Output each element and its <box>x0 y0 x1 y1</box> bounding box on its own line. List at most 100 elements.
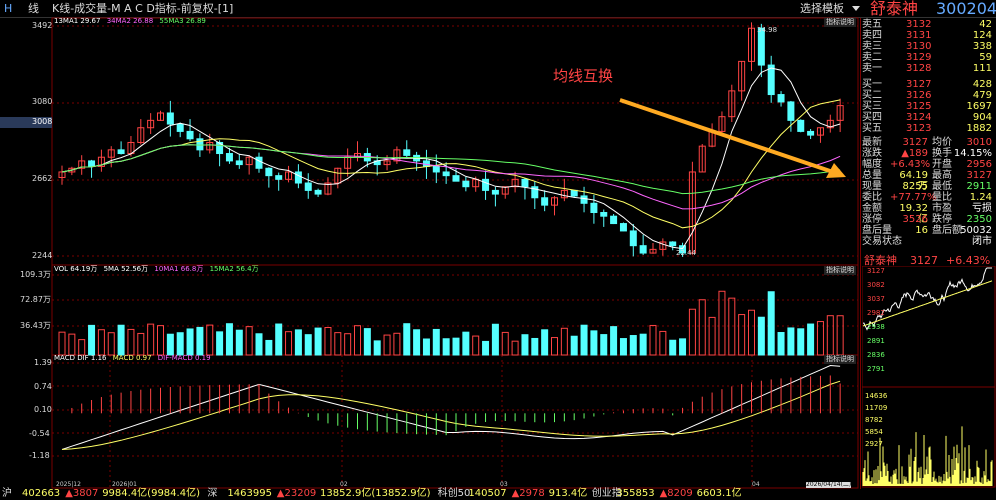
candle-body <box>403 149 411 156</box>
vol-y-label-2: 72.87万 <box>20 295 51 304</box>
volume-bar <box>679 338 687 356</box>
candle-body <box>432 165 440 173</box>
index-item: 沪 <box>2 488 12 499</box>
candle-body <box>590 202 598 214</box>
volume-legend: VOL 64.19万 5MA 52.56万 10MA1 66.8万 15MA2 … <box>54 266 259 273</box>
main-chart-area[interactable] <box>0 17 860 489</box>
volume-bar <box>767 291 775 356</box>
mini-stock-change: +6.43% <box>946 254 991 267</box>
volume-bar <box>373 340 381 356</box>
candle-body <box>669 241 677 247</box>
sell-level-row: 卖四 3131 124 <box>862 30 992 41</box>
volume-bar <box>757 316 765 356</box>
x-label-current-date: 2026/04/14(二) <box>806 481 852 488</box>
volume-indicator-button[interactable]: 指标说明 <box>824 266 856 275</box>
index-item: 913.4亿 <box>548 488 588 499</box>
macd-indicator-button[interactable]: 指标说明 <box>824 355 856 364</box>
y-label-top: 3492 <box>32 21 53 30</box>
mini-stock-name: 舒泰神 <box>864 254 897 267</box>
annotation-text: 均线互换 <box>553 67 614 85</box>
candle-body <box>600 212 608 217</box>
candle-body <box>166 112 174 125</box>
select-template-button[interactable]: 选择模板 <box>800 3 844 14</box>
macd-y-label-3: 0.10 <box>34 405 52 414</box>
ma3-legend: 55MA3 26.89 <box>159 17 206 25</box>
x-label-04: 04 <box>752 481 760 488</box>
mini-price-label: 2891 <box>867 337 885 345</box>
stock-name: 舒泰神 <box>870 0 919 18</box>
stat-row: 涨跌 ▲189 换手 14.15% <box>862 148 992 159</box>
macd-dif-line <box>61 364 841 450</box>
volume-bar <box>117 324 125 356</box>
volume-bar <box>137 332 145 356</box>
candle-body <box>482 178 490 191</box>
volume-bar <box>797 328 805 356</box>
ma-line <box>61 99 841 229</box>
candle-body <box>225 153 233 162</box>
candle-body <box>294 171 302 184</box>
high-price-label: 34.98 <box>757 26 778 34</box>
volume-bar <box>826 315 834 356</box>
volume-bar <box>196 326 204 356</box>
volume-bar <box>127 328 135 356</box>
ma-line <box>61 144 841 210</box>
volume-bar <box>88 324 96 356</box>
candle-body <box>117 149 125 155</box>
candle-body <box>462 180 470 188</box>
candle-body <box>275 175 283 180</box>
candle-body <box>265 167 273 177</box>
volume-bar <box>698 299 706 356</box>
chevron-down-icon[interactable] <box>852 6 860 11</box>
stat-row: 总量 64.19万 最高 3127 <box>862 170 992 192</box>
chart-type-icon[interactable]: H <box>4 3 12 14</box>
buy-level-row: 买二 3126 479 <box>862 90 992 101</box>
candle-body <box>767 64 775 96</box>
mini-price-label: 3037 <box>867 295 885 303</box>
sell-level-row: 卖三 3130 338 <box>862 41 992 52</box>
volume-bar <box>600 334 608 356</box>
index-item: ▲3807 <box>65 488 99 499</box>
candle-body <box>452 175 460 182</box>
volume-bar <box>777 332 785 356</box>
candle-body <box>521 178 529 188</box>
volume-bars <box>58 290 844 356</box>
volume-bar <box>314 327 322 356</box>
mini-price-label: 3127 <box>867 267 885 275</box>
volume-bar <box>619 338 627 356</box>
volume-bar <box>541 329 549 356</box>
volume-bar <box>511 340 519 356</box>
buy-level-row: 买三 3125 1697 <box>862 101 992 112</box>
volume-bar <box>521 334 529 356</box>
kline-indicator-button[interactable]: 指标说明 <box>824 18 856 27</box>
index-item: 9984.4亿(9984.4亿) <box>102 488 200 499</box>
candle-body <box>580 195 588 204</box>
vol-ma15-legend: 15MA2 56.4万 <box>209 265 259 273</box>
mini-vol-label: 11709 <box>865 404 888 412</box>
moving-average-lines <box>61 67 841 250</box>
volume-bar <box>482 340 490 356</box>
macd-dea-legend: MACD 0.97 <box>112 354 152 362</box>
index-item: 6603.1亿 <box>696 488 742 499</box>
volume-bar <box>442 338 450 356</box>
candle-body <box>304 182 312 191</box>
volume-bar <box>816 321 824 356</box>
ma1-legend: 13MA1 29.67 <box>54 17 101 25</box>
candle-body <box>797 119 805 132</box>
vol-y-label-3: 36.43万 <box>20 321 51 330</box>
mini-price-label: 3082 <box>867 281 885 289</box>
volume-bar <box>580 324 588 356</box>
mini-price-label: 2982 <box>867 309 885 317</box>
macd-series <box>61 364 841 450</box>
macd-dea-line <box>61 380 841 450</box>
candle-body <box>610 215 618 225</box>
macd-legend: MACD DIF 1.16 MACD 0.97 DIF-MACD 0.19 <box>54 355 211 362</box>
volume-bar <box>590 330 598 356</box>
chart-title: K线-成交量-M A C D指标-前复权-[1] <box>52 2 234 15</box>
mini-price-label: 2791 <box>867 365 885 373</box>
volume-bar <box>560 327 568 356</box>
candle-body <box>639 245 647 254</box>
vol-ma10-legend: 10MA1 66.8万 <box>154 265 204 273</box>
volume-bar <box>206 324 214 356</box>
y-label-2: 3080 <box>32 97 53 106</box>
index-item: 1463995 <box>227 488 272 499</box>
